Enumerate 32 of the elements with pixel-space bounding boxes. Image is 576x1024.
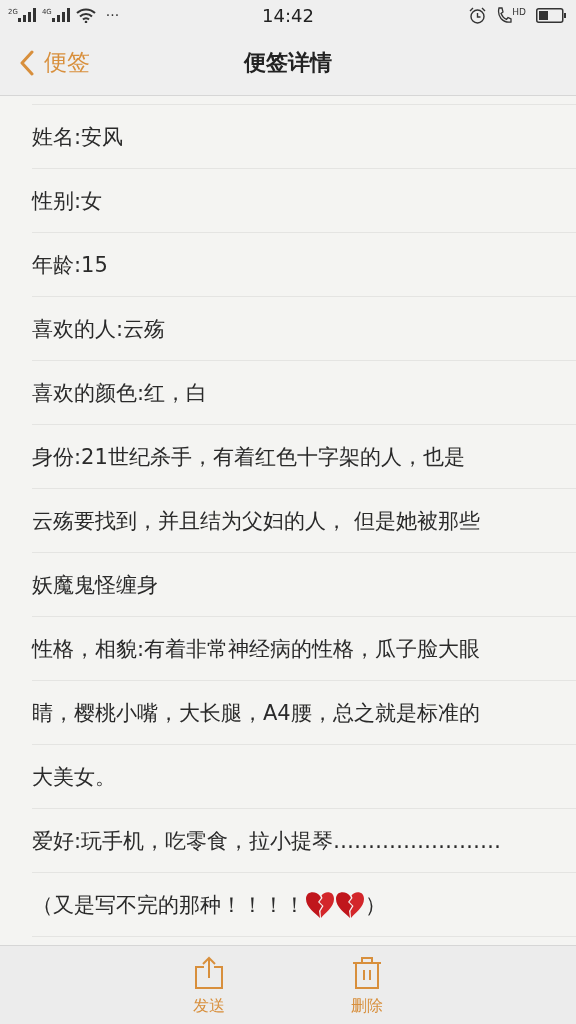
send-button[interactable]: 发送 (185, 946, 233, 1024)
note-line: 喜欢的颜色:红，白 (32, 379, 208, 407)
note-line: （又是写不完的那种！！！！ (32, 891, 305, 919)
note-line: 姓名:安风 (32, 123, 124, 151)
note-line: 睛，樱桃小嘴，大长腿，A4腰，总之就是标准的 (32, 699, 480, 727)
trash-icon (352, 956, 382, 990)
closing-paren: ） (365, 891, 386, 919)
signal-icon (51, 8, 70, 22)
hd-label: HD (512, 6, 526, 17)
more-dots: ··· (105, 7, 120, 23)
back-chevron-icon (20, 49, 34, 76)
note-line: 性格，相貌:有着非常神经病的性格，瓜子脸大眼 (32, 635, 481, 663)
wifi-icon (75, 7, 96, 23)
alarm-icon (469, 6, 487, 24)
delete-button[interactable]: 删除 (343, 946, 391, 1024)
note-line: 身份:21世纪杀手，有着红色十字架的人，也是 (32, 443, 465, 471)
signal-icon (17, 8, 36, 22)
status-time: 14:42 (261, 4, 315, 26)
note-line: 云殇要找到，并且结为父妇的人， 但是她被那些 (32, 507, 480, 535)
battery-icon (536, 7, 566, 23)
broken-heart-icon (305, 890, 335, 919)
note-line: 年龄:15 (32, 251, 108, 279)
note-line: 爱好:玩手机，吃零食，拉小提琴…………………… (32, 827, 502, 855)
phone-icon (496, 6, 513, 24)
broken-heart-icon (335, 890, 365, 919)
note-line: 性别:女 (32, 187, 103, 215)
note-line: 妖魔鬼怪缠身 (32, 571, 158, 599)
back-button[interactable]: 便签 (0, 47, 90, 78)
note-line: 喜欢的人:云殇 (32, 315, 166, 343)
page-title: 便签详情 (242, 48, 333, 77)
note-line: 大美女。 (32, 763, 116, 791)
share-icon (194, 956, 224, 990)
